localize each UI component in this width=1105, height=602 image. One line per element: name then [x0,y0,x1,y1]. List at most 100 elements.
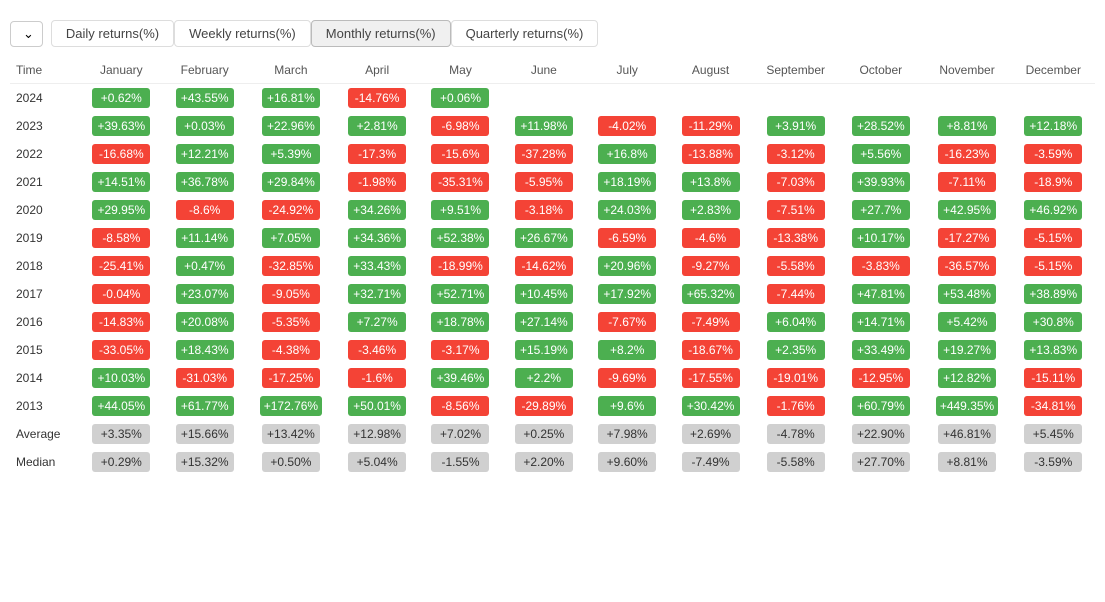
data-cell: +5.42% [922,308,1011,336]
data-cell: +19.27% [922,336,1011,364]
data-cell: -4.02% [586,112,669,140]
col-header-march: March [246,57,335,84]
data-cell: -15.11% [1012,364,1095,392]
data-cell: -34.81% [1012,392,1095,420]
summary-cell: +22.90% [839,420,922,448]
data-cell: +53.48% [922,280,1011,308]
col-header-february: February [163,57,246,84]
data-cell: +12.82% [922,364,1011,392]
data-cell: +11.14% [163,224,246,252]
data-cell: -1.6% [335,364,418,392]
data-cell: -0.04% [80,280,163,308]
summary-cell: +0.29% [80,448,163,476]
data-cell: +47.81% [839,280,922,308]
data-cell: -7.67% [586,308,669,336]
data-cell: -1.76% [752,392,839,420]
col-header-december: December [1012,57,1095,84]
data-cell: +2.81% [335,112,418,140]
data-cell: -9.69% [586,364,669,392]
summary-cell: +0.25% [502,420,585,448]
data-cell [502,84,585,113]
summary-cell: -1.55% [419,448,502,476]
data-cell: +34.26% [335,196,418,224]
data-cell: +17.92% [586,280,669,308]
data-cell: -3.83% [839,252,922,280]
data-cell: -35.31% [419,168,502,196]
table-row: 2019-8.58%+11.14%+7.05%+34.36%+52.38%+26… [10,224,1095,252]
data-cell: +0.47% [163,252,246,280]
data-cell: +8.81% [922,112,1011,140]
data-cell: +14.71% [839,308,922,336]
summary-cell: +13.42% [246,420,335,448]
data-cell: +15.19% [502,336,585,364]
data-cell: +43.55% [163,84,246,113]
summary-cell: -5.58% [752,448,839,476]
summary-cell: +9.60% [586,448,669,476]
data-cell [1012,84,1095,113]
data-cell: +13.8% [669,168,752,196]
data-cell: -8.6% [163,196,246,224]
table-row: 2017-0.04%+23.07%-9.05%+32.71%+52.71%+10… [10,280,1095,308]
data-cell: -8.58% [80,224,163,252]
summary-cell: +7.98% [586,420,669,448]
data-cell: +11.98% [502,112,585,140]
data-cell: +44.05% [80,392,163,420]
year-cell: 2022 [10,140,80,168]
tabs-container: Daily returns(%)Weekly returns(%)Monthly… [51,20,598,47]
data-cell: -15.6% [419,140,502,168]
data-cell: +39.46% [419,364,502,392]
data-cell: -7.11% [922,168,1011,196]
data-cell: -17.55% [669,364,752,392]
data-cell: -17.27% [922,224,1011,252]
year-cell: 2014 [10,364,80,392]
data-cell: +34.36% [335,224,418,252]
table-row: 2013+44.05%+61.77%+172.76%+50.01%-8.56%-… [10,392,1095,420]
data-cell: +42.95% [922,196,1011,224]
summary-cell: +7.02% [419,420,502,448]
data-cell: +7.27% [335,308,418,336]
year-cell: 2020 [10,196,80,224]
data-cell: +5.39% [246,140,335,168]
data-cell: -4.38% [246,336,335,364]
data-cell: -5.15% [1012,224,1095,252]
year-cell: 2023 [10,112,80,140]
table-row: 2022-16.68%+12.21%+5.39%-17.3%-15.6%-37.… [10,140,1095,168]
tab-monthly-returns---[interactable]: Monthly returns(%) [311,20,451,47]
returns-table: TimeJanuaryFebruaryMarchAprilMayJuneJuly… [10,57,1095,476]
summary-cell: +15.66% [163,420,246,448]
data-cell: +29.95% [80,196,163,224]
tab-daily-returns---[interactable]: Daily returns(%) [51,20,174,47]
data-cell: -18.67% [669,336,752,364]
tab-weekly-returns---[interactable]: Weekly returns(%) [174,20,311,47]
data-cell: +27.14% [502,308,585,336]
data-cell: +33.49% [839,336,922,364]
table-row: 2024+0.62%+43.55%+16.81%-14.76%+0.06% [10,84,1095,113]
summary-cell: -7.49% [669,448,752,476]
data-cell: +449.35% [922,392,1011,420]
data-cell: +2.35% [752,336,839,364]
summary-cell: +12.98% [335,420,418,448]
data-cell: -36.57% [922,252,1011,280]
data-cell: -3.59% [1012,140,1095,168]
year-cell: 2024 [10,84,80,113]
asset-selector[interactable]: ⌄ [10,21,43,47]
data-cell: +172.76% [246,392,335,420]
col-header-june: June [502,57,585,84]
data-cell: -8.56% [419,392,502,420]
data-cell: +39.93% [839,168,922,196]
data-cell: +16.81% [246,84,335,113]
data-cell: +6.04% [752,308,839,336]
data-cell: -16.23% [922,140,1011,168]
data-cell: +24.03% [586,196,669,224]
data-cell: -25.41% [80,252,163,280]
data-cell: -17.3% [335,140,418,168]
data-cell: -32.85% [246,252,335,280]
summary-row: Average+3.35%+15.66%+13.42%+12.98%+7.02%… [10,420,1095,448]
tab-quarterly-returns---[interactable]: Quarterly returns(%) [451,20,599,47]
data-cell: +18.19% [586,168,669,196]
data-cell: -6.59% [586,224,669,252]
table-row: 2020+29.95%-8.6%-24.92%+34.26%+9.51%-3.1… [10,196,1095,224]
data-cell: +52.38% [419,224,502,252]
data-cell: +12.18% [1012,112,1095,140]
data-cell: +0.03% [163,112,246,140]
